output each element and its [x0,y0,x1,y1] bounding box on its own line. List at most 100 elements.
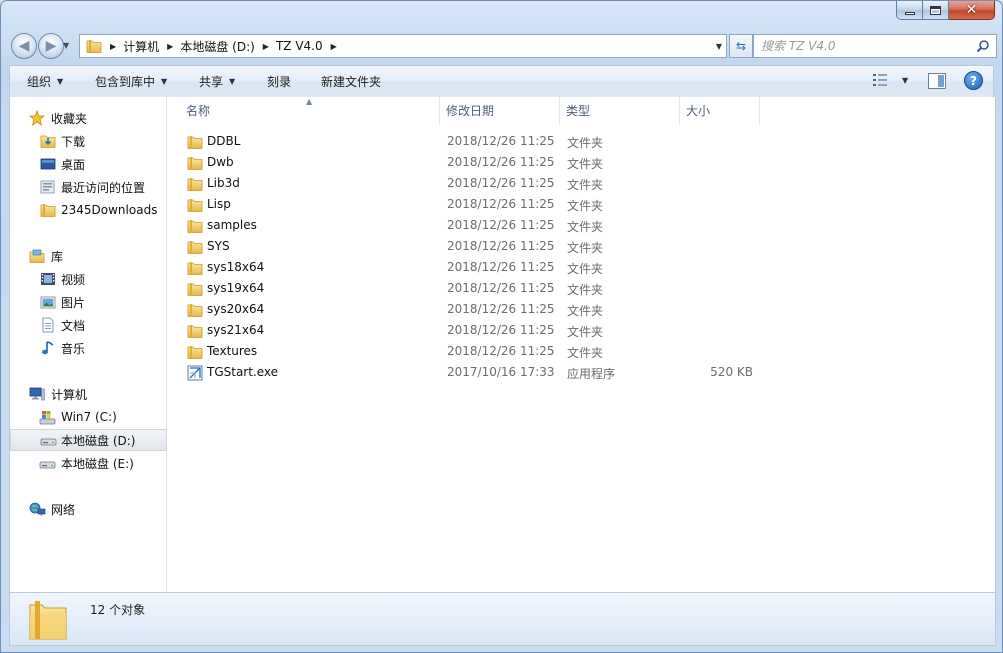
file-type: 文件夹 [567,346,604,360]
file-date: 2018/12/26 11:25 [447,239,555,253]
music-icon [42,341,54,355]
table-row[interactable]: Lib3d 2018/12/26 11:25 文件夹 [177,173,767,194]
refresh-button[interactable]: ⇆ [729,34,753,58]
sidebar-item-drive-e[interactable]: 本地磁盘 (E:) [10,452,167,474]
view-list-icon [873,74,887,86]
minimize-button[interactable] [896,1,923,20]
search-icon[interactable] [976,39,990,53]
chevron-right-icon[interactable]: ▶ [263,42,269,51]
table-row[interactable]: DDBL 2018/12/26 11:25 文件夹 [177,131,767,152]
item-count: 12 个对象 [90,603,146,617]
folder-icon [86,40,102,53]
file-type: 文件夹 [567,262,604,276]
search-box[interactable] [753,34,997,58]
change-view-button[interactable]: ▼ [872,73,908,87]
file-type: 文件夹 [567,178,604,192]
file-name: samples [207,218,257,232]
breadcrumb-computer[interactable]: 计算机 [123,38,159,55]
table-row[interactable]: sys21x64 2018/12/26 11:25 文件夹 [177,320,767,341]
sidebar-computer[interactable]: 计算机 [10,383,167,405]
sidebar-favorites[interactable]: 收藏夹 [10,107,167,129]
breadcrumb-tz-folder[interactable]: TZ V4.0 [276,39,323,53]
sidebar-item-label: 图片 [61,295,86,310]
table-row[interactable]: Lisp 2018/12/26 11:25 文件夹 [177,194,767,215]
sidebar-item-desktop[interactable]: 桌面 [10,153,167,175]
sidebar-item-label: 2345Downloads [61,203,158,217]
table-row[interactable]: sys18x64 2018/12/26 11:25 文件夹 [177,257,767,278]
chevron-right-icon[interactable]: ▶ [331,42,337,51]
file-date: 2017/10/16 17:33 [447,365,555,379]
folder-icon [187,176,203,195]
file-date: 2018/12/26 11:25 [447,323,555,337]
help-icon: ? [970,73,977,88]
computer-icon [29,387,45,401]
new-folder-button[interactable]: 新建文件夹 [321,66,381,97]
column-header-date[interactable]: 修改日期 [440,97,560,124]
preview-pane-button[interactable] [928,73,946,89]
sidebar-network[interactable]: 网络 [10,498,167,520]
column-header-type[interactable]: 类型 [560,97,680,124]
navigation-pane: 收藏夹 下载 桌面 最近访问的位置 2345Downloads 库 视频 图片 … [9,97,167,592]
file-type: 文件夹 [567,199,604,213]
windows-drive-icon [39,411,56,425]
help-button[interactable]: ? [964,71,983,90]
chevron-down-icon[interactable]: ▼ [902,76,908,85]
folder-icon [187,155,203,174]
share-button[interactable]: 共享 ▼ [199,66,235,97]
maximize-icon [930,5,941,15]
table-row[interactable]: samples 2018/12/26 11:25 文件夹 [177,215,767,236]
file-type: 文件夹 [567,220,604,234]
breadcrumb-drive-d[interactable]: 本地磁盘 (D:) [180,38,254,55]
forward-arrow-icon: ▶ [45,38,57,54]
chevron-down-icon: ▼ [229,77,236,86]
file-date: 2018/12/26 11:25 [447,344,555,358]
table-row[interactable]: TGStart.exe 2017/10/16 17:33 应用程序 520 KB [177,362,767,383]
table-row[interactable]: SYS 2018/12/26 11:25 文件夹 [177,236,767,257]
table-row[interactable]: Textures 2018/12/26 11:25 文件夹 [177,341,767,362]
address-dropdown-icon[interactable]: ▼ [716,42,722,51]
sidebar-item-pictures[interactable]: 图片 [10,291,167,313]
sidebar-item-label: 最近访问的位置 [61,180,146,195]
file-name: sys20x64 [207,302,265,316]
file-type: 文件夹 [567,325,604,339]
sidebar-item-drive-c[interactable]: Win7 (C:) [10,406,167,428]
refresh-icon: ⇆ [735,39,747,53]
address-bar[interactable]: ▶ 计算机 ▶ 本地磁盘 (D:) ▶ TZ V4.0 ▶ ▼ [79,34,727,58]
table-row[interactable]: sys20x64 2018/12/26 11:25 文件夹 [177,299,767,320]
table-row[interactable]: Dwb 2018/12/26 11:25 文件夹 [177,152,767,173]
sidebar-item-documents[interactable]: 文档 [10,314,167,336]
table-row[interactable]: sys19x64 2018/12/26 11:25 文件夹 [177,278,767,299]
share-label: 共享 [199,75,224,89]
file-date: 2018/12/26 11:25 [447,260,555,274]
close-button[interactable]: ✕ [949,1,995,20]
sidebar-item-2345downloads[interactable]: 2345Downloads [10,199,167,221]
sidebar-libraries[interactable]: 库 [10,245,167,267]
navigation-bar: ◀ ▶ ▼ ▶ 计算机 ▶ 本地磁盘 (D:) ▶ TZ V4.0 ▶ ▼ ⇆ [9,31,997,61]
column-header-label: 类型 [566,104,591,118]
sidebar-item-label: 下载 [61,134,86,149]
chevron-down-icon: ▼ [57,77,64,86]
organize-button[interactable]: 组织 ▼ [27,66,63,97]
include-in-library-label: 包含到库中 [95,75,156,89]
sidebar-item-music[interactable]: 音乐 [10,337,167,359]
column-header-size[interactable]: 大小 [680,97,760,124]
search-input[interactable] [761,39,971,53]
burn-button[interactable]: 刻录 [267,66,291,97]
sidebar-item-recent-places[interactable]: 最近访问的位置 [10,176,167,198]
sidebar-item-label: Win7 (C:) [61,410,117,424]
forward-button[interactable]: ▶ [38,33,64,59]
explorer-window: ✕ ◀ ▶ ▼ ▶ 计算机 ▶ 本地磁盘 (D:) ▶ TZ V4.0 ▶ ▼ … [0,0,1003,653]
maximize-button[interactable] [923,1,949,20]
include-in-library-button[interactable]: 包含到库中 ▼ [95,66,167,97]
column-header-name[interactable]: 名称 ▲ [167,97,440,124]
chevron-right-icon[interactable]: ▶ [110,42,116,51]
sidebar-item-videos[interactable]: 视频 [10,268,167,290]
details-pane: 12 个对象 [9,592,996,646]
sidebar-item-downloads[interactable]: 下载 [10,130,167,152]
back-button[interactable]: ◀ [11,33,37,59]
chevron-right-icon[interactable]: ▶ [167,42,173,51]
recent-pages-dropdown-icon[interactable]: ▼ [63,41,69,50]
history-buttons: ◀ ▶ [11,33,69,59]
sidebar-item-drive-d[interactable]: 本地磁盘 (D:) [10,429,167,451]
close-icon: ✕ [965,2,978,18]
